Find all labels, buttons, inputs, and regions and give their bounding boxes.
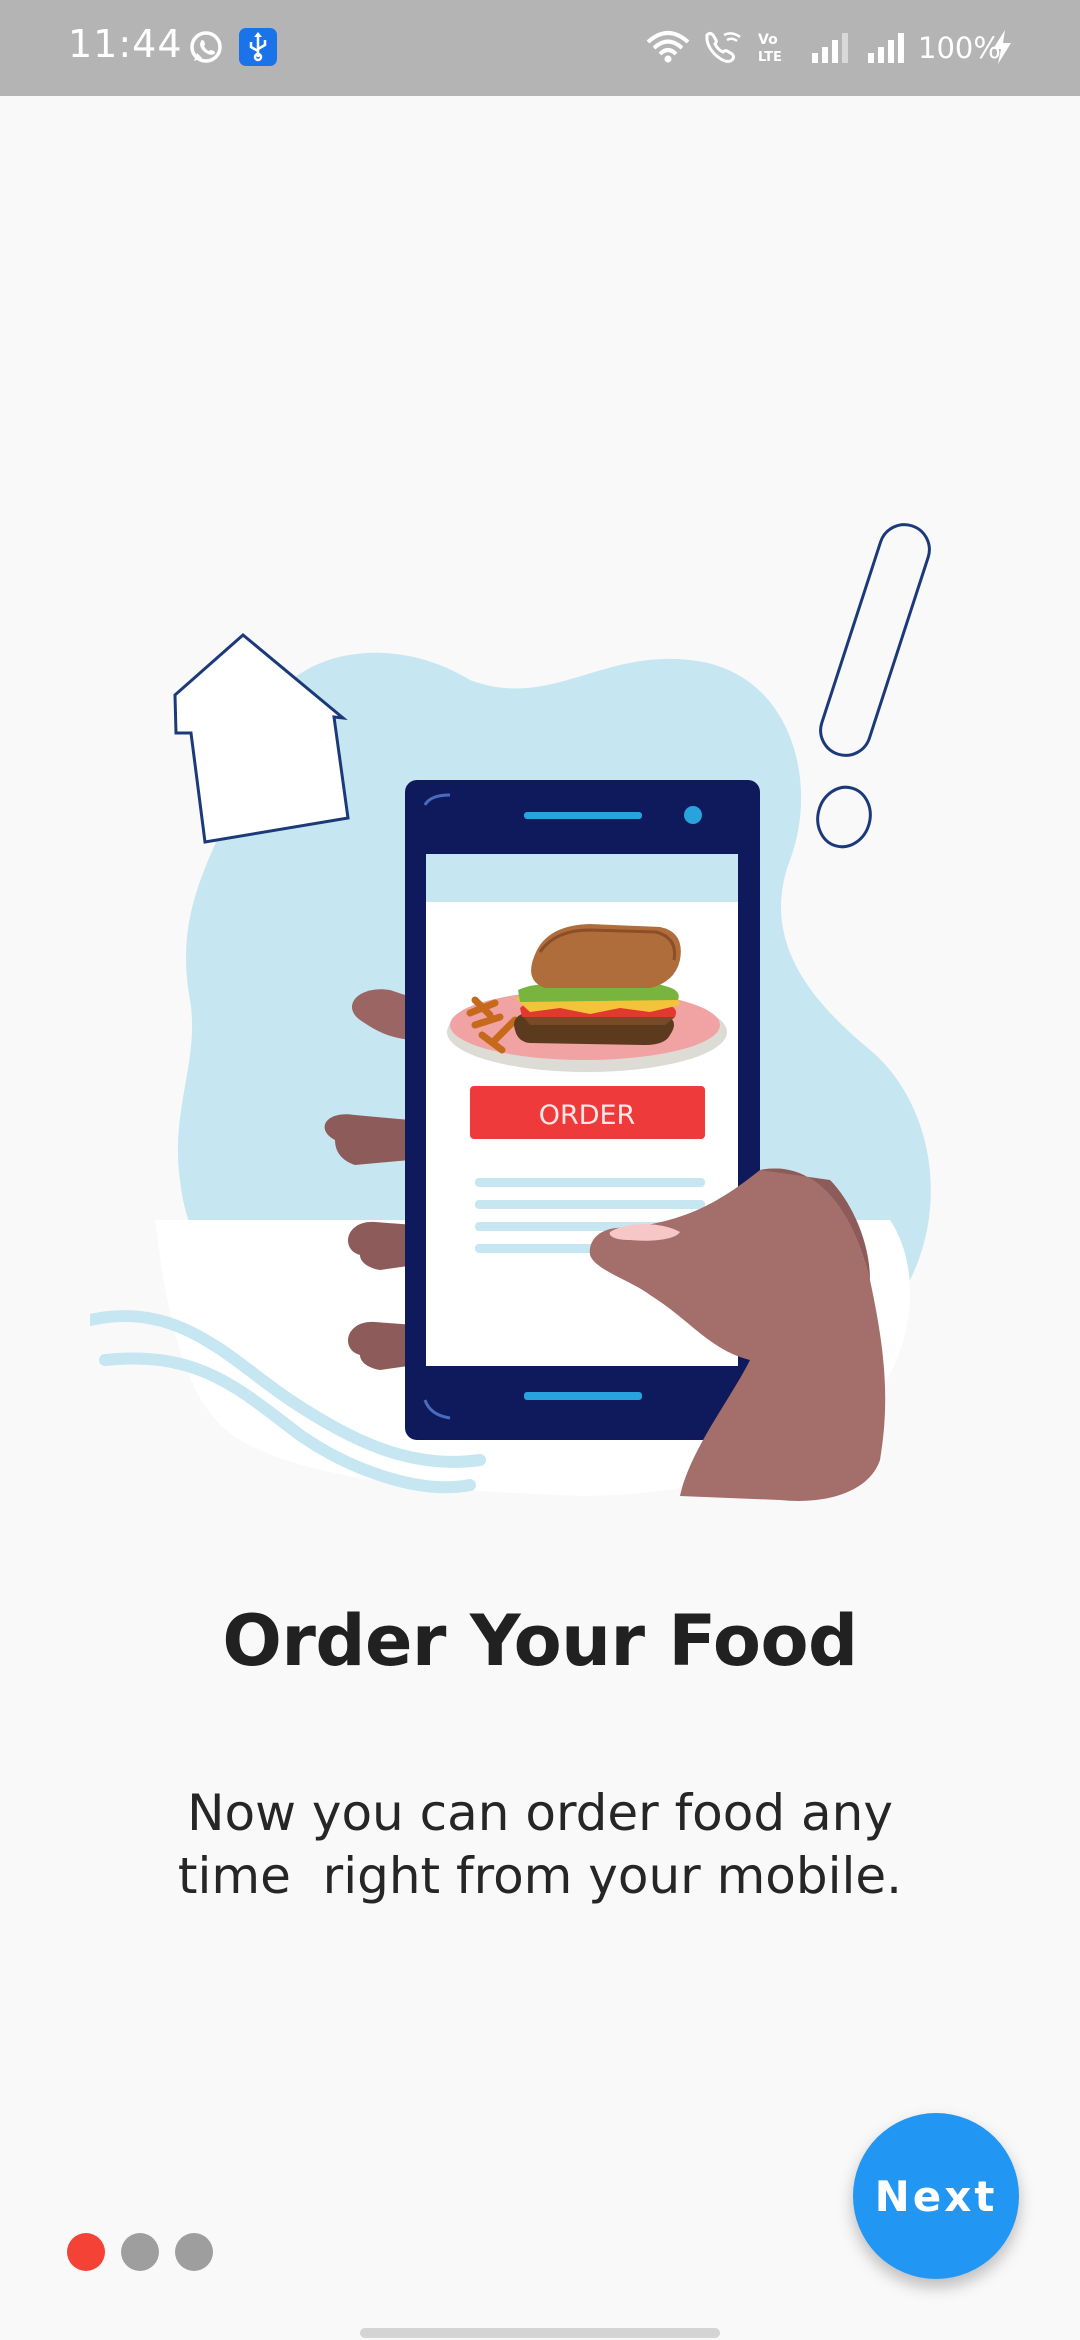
onboarding-screen: 11:44 Vo LTE 100% ORDER Order Your Food …	[0, 0, 1080, 2340]
charging-icon	[993, 30, 1011, 64]
exclamation-decoration	[816, 523, 931, 849]
page-dot[interactable]	[121, 2233, 159, 2271]
next-button[interactable]: Next	[853, 2113, 1019, 2279]
volte-icon: Vo LTE	[758, 32, 782, 64]
order-button-label: ORDER	[539, 1100, 636, 1131]
whatsapp-icon	[190, 31, 222, 63]
status-bar: 11:44 Vo LTE 100%	[0, 0, 1080, 96]
battery-percent: 100%	[918, 31, 1001, 65]
onboarding-title: Order Your Food	[222, 1600, 858, 1682]
page-dot-active[interactable]	[67, 2233, 105, 2271]
svg-text:Vo: Vo	[758, 32, 778, 48]
description-line: Now you can order food any	[187, 1784, 893, 1842]
signal-icon	[868, 33, 904, 63]
home-indicator[interactable]	[360, 2328, 720, 2338]
svg-text:LTE: LTE	[758, 50, 782, 64]
signal-icon	[812, 33, 848, 63]
description-line: time right from your mobile.	[177, 1847, 903, 1905]
wifi-icon	[646, 31, 690, 63]
usb-icon	[239, 28, 277, 66]
status-time: 11:44	[68, 22, 183, 66]
onboarding-illustration: ORDER	[90, 523, 931, 1501]
page-indicator	[67, 2233, 213, 2271]
wifi-calling-icon	[705, 32, 741, 63]
page-dot[interactable]	[175, 2233, 213, 2271]
onboarding-description: Now you can order food any time right fr…	[140, 1782, 940, 1908]
